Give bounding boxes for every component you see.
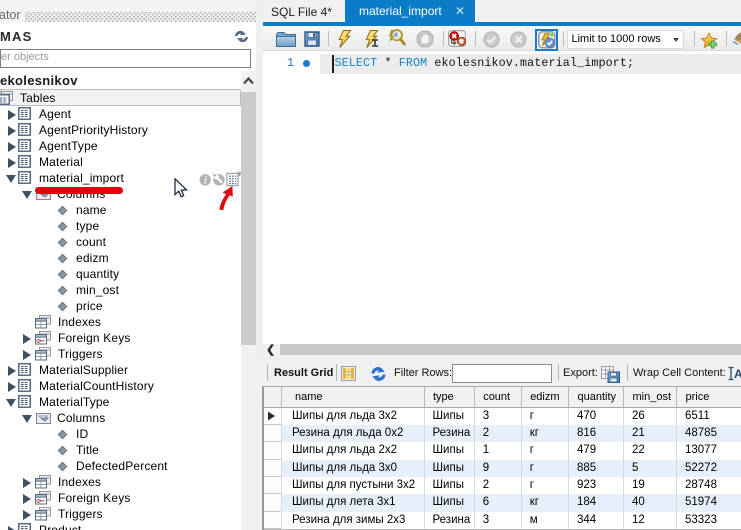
svg-text:A: A xyxy=(734,367,741,381)
svg-text:i: i xyxy=(204,175,207,186)
